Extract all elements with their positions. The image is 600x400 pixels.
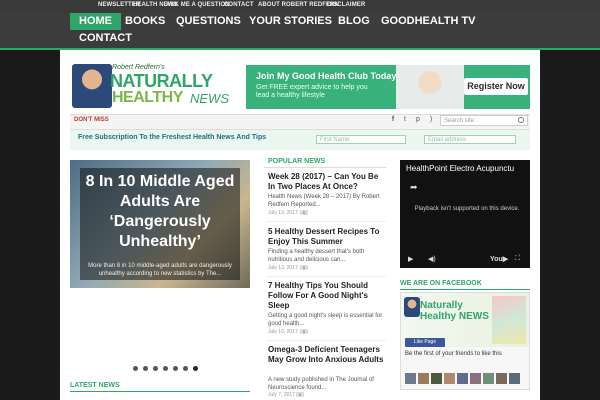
news-divider <box>266 221 386 222</box>
popular-news-title[interactable]: 7 Healthy Tips You Should Follow For A G… <box>268 281 386 311</box>
pinterest-icon[interactable]: p <box>413 116 423 123</box>
comment-count-badge[interactable]: 0 <box>300 329 308 334</box>
fan-avatar[interactable] <box>496 373 507 384</box>
like-page-button[interactable]: Like Page <box>405 338 445 347</box>
popular-news-title[interactable]: Week 28 (2017) – Can You Be In Two Place… <box>268 172 386 192</box>
slider-dot[interactable] <box>163 366 168 371</box>
facebook-page-name-line2: Healthy NEWS <box>420 311 489 322</box>
slider-excerpt: More than 8 in 10 middle-aged adults are… <box>88 263 232 277</box>
fan-avatar[interactable] <box>457 373 468 384</box>
nav-item-goodhealth-tv[interactable]: GOODHEALTH TV <box>372 13 485 30</box>
facebook-icon[interactable]: f <box>388 116 398 123</box>
rss-icon[interactable]: ) <box>426 116 436 123</box>
popular-news-title[interactable]: 5 Healthy Dessert Recipes To Enjoy This … <box>268 227 386 247</box>
comment-count-badge[interactable]: 0 <box>300 265 308 270</box>
facebook-page-avatar[interactable] <box>404 297 420 317</box>
slider-dot[interactable] <box>133 366 138 371</box>
first-name-field[interactable]: First Name <box>316 135 406 144</box>
video-title[interactable]: HealthPoint Electro Acupunctu <box>406 164 528 173</box>
video-playback-message: Playback isn't supported on this device. <box>414 206 520 212</box>
search-input[interactable]: Search site <box>440 115 528 126</box>
slider-dot[interactable] <box>183 366 188 371</box>
popular-news-heading: POPULAR NEWS <box>268 158 326 165</box>
fullscreen-icon[interactable]: ⛶ <box>515 255 520 263</box>
subscription-text: Free Subscription To the Freshest Health… <box>78 134 267 141</box>
comment-count-badge[interactable]: 0 <box>296 392 304 397</box>
play-icon[interactable]: ▶ <box>408 255 413 263</box>
popular-news-excerpt: Getting a good night's sleep is essentia… <box>268 313 383 327</box>
slider-title[interactable]: 8 In 10 Middle Aged Adults Are ‘Dangerou… <box>82 172 238 252</box>
facebook-page-name-line1: Naturally <box>420 300 463 311</box>
nav-item-questions[interactable]: QUESTIONS <box>167 13 250 30</box>
nav-item-books[interactable]: BOOKS <box>116 13 174 30</box>
dont-miss-label: DON'T MISS <box>74 117 109 123</box>
latest-news-rule <box>70 391 250 392</box>
popular-news-date: July 10, 2017 <box>268 329 298 335</box>
twitter-icon[interactable]: t <box>400 116 410 123</box>
banner-photo <box>396 65 464 109</box>
nav-item-contact[interactable]: CONTACT <box>70 30 141 47</box>
latest-news-heading: LATEST NEWS <box>70 382 120 389</box>
youtube-icon[interactable]: You▶ <box>490 255 508 263</box>
facebook-friends-text: Be the first of your friends to like thi… <box>405 351 502 357</box>
news-divider <box>266 276 386 277</box>
search-icon[interactable] <box>518 117 524 123</box>
facebook-rule <box>400 289 530 290</box>
fan-avatar[interactable] <box>509 373 520 384</box>
slider-dot[interactable] <box>153 366 158 371</box>
popular-news-date: July 13, 2017 <box>268 210 298 216</box>
popular-news-title[interactable]: Omega-3 Deficient Teenagers May Grow Int… <box>268 345 386 365</box>
news-divider <box>266 340 386 341</box>
popular-news-excerpt: Health News (Week 28 – 2017) By Robert R… <box>268 194 380 208</box>
nav-item-your-stories[interactable]: YOUR STORIES <box>240 13 341 30</box>
top-link-ask-question[interactable]: ASK ME A QUESTION <box>166 2 230 8</box>
fan-avatar[interactable] <box>431 373 442 384</box>
fan-avatar[interactable] <box>405 373 416 384</box>
video-player[interactable] <box>400 160 530 268</box>
brand-tagline: Robert Redfern's <box>112 64 165 71</box>
fan-avatar[interactable] <box>470 373 481 384</box>
share-icon[interactable]: ➦ <box>410 182 418 193</box>
email-field[interactable]: Email address <box>424 135 516 144</box>
slider-dot[interactable] <box>193 366 198 371</box>
popular-news-date: July 13, 2017 <box>268 265 298 271</box>
popular-news-excerpt: A new study published in The Journal of … <box>268 377 374 391</box>
facebook-heading: WE ARE ON FACEBOOK <box>400 280 482 287</box>
slider-dot[interactable] <box>143 366 148 371</box>
banner-subtitle: Get FREE expert advice to help you lead … <box>256 84 368 99</box>
brand-name-news[interactable]: NEWS <box>190 91 229 106</box>
facebook-page-name[interactable]: Naturally Healthy NEWS <box>420 300 490 322</box>
brand-name-line2[interactable]: HEALTHY <box>112 89 183 107</box>
register-now-button[interactable]: Register Now <box>464 78 528 95</box>
top-link-disclaimer[interactable]: DISCLAIMER <box>327 2 365 8</box>
fan-avatar[interactable] <box>418 373 429 384</box>
magazine-covers-image <box>492 296 526 344</box>
banner-title: Join My Good Health Club Today! <box>256 71 400 81</box>
popular-news-rule <box>264 167 386 168</box>
popular-news-excerpt: Finding a healthy dessert that's both nu… <box>268 249 365 263</box>
nav-item-home[interactable]: HOME <box>70 13 121 30</box>
fan-avatar[interactable] <box>483 373 494 384</box>
popular-news-date: July 7, 2017 <box>268 392 295 398</box>
comment-count-badge[interactable]: 0 <box>300 210 308 215</box>
top-link-contact[interactable]: CONTACT <box>224 2 254 8</box>
fan-avatar[interactable] <box>444 373 455 384</box>
volume-icon[interactable]: ◀) <box>428 255 436 263</box>
author-photo <box>72 64 112 108</box>
slider-dot[interactable] <box>173 366 178 371</box>
